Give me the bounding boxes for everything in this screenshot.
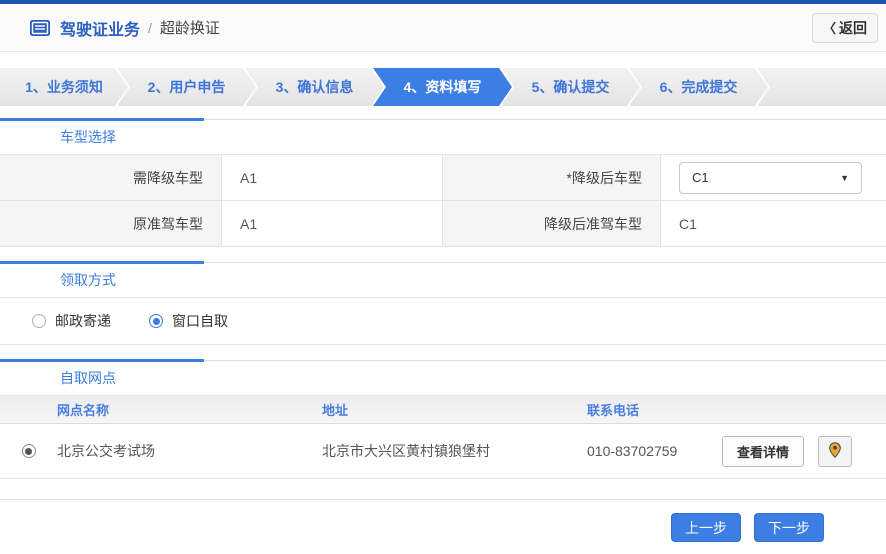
pickup-method-section: 领取方式 邮政寄递 窗口自取 (0, 262, 886, 345)
pickup-section-title: 领取方式 (0, 263, 886, 298)
need-downgrade-value: A1 (222, 155, 443, 201)
vehicle-section-title: 车型选择 (0, 120, 886, 155)
postal-delivery-label: 邮政寄递 (55, 311, 111, 331)
outlets-section-title: 自取网点 (0, 361, 886, 396)
vehicle-type-table: 需降级车型 A1 *降级后车型 C1 ▼ 原准驾车型 A1 降级后准驾车型 C1 (0, 155, 886, 247)
breadcrumb-current: 超龄换证 (160, 17, 220, 38)
need-downgrade-label: 需降级车型 (0, 155, 222, 201)
step-progress-bar: 1、业务须知 2、用户申告 3、确认信息 4、资料填写 5、确认提交 6、完成提… (0, 68, 886, 106)
map-pin-button[interactable] (818, 436, 852, 467)
column-address: 地址 (322, 400, 587, 419)
back-button-label: 返回 (839, 18, 867, 38)
step-tab-2[interactable]: 2、用户申告 (117, 68, 256, 106)
chevron-left-icon: 〈 (823, 18, 836, 37)
pickup-outlets-section: 自取网点 网点名称 地址 联系电话 北京公交考试场 北京市大兴区黄村镇狼堡村 0… (0, 360, 886, 479)
after-downgrade-select[interactable]: C1 ▼ (679, 162, 862, 194)
step-tab-5[interactable]: 5、确认提交 (501, 68, 640, 106)
previous-step-button[interactable]: 上一步 (671, 513, 741, 542)
dropdown-caret-icon: ▼ (840, 173, 849, 183)
outlet-phone-value: 010-83702759 (587, 443, 722, 459)
permitted-after-value: C1 (661, 201, 886, 247)
license-card-icon (30, 20, 50, 36)
permitted-after-label: 降级后准驾车型 (443, 201, 661, 247)
next-step-button[interactable]: 下一步 (754, 513, 824, 542)
page-title: 驾驶证业务 (60, 16, 140, 40)
vehicle-type-section: 车型选择 需降级车型 A1 *降级后车型 C1 ▼ 原准驾车型 A1 降级后准驾… (0, 119, 886, 247)
back-button[interactable]: 〈 返回 (812, 13, 878, 43)
map-pin-icon (829, 442, 841, 461)
step-tab-6[interactable]: 6、完成提交 (629, 68, 768, 106)
outlet-address-value: 北京市大兴区黄村镇狼堡村 (322, 441, 587, 461)
column-outlet-name: 网点名称 (57, 400, 322, 419)
after-downgrade-label: *降级后车型 (443, 155, 661, 201)
radio-outlet-row[interactable] (22, 444, 36, 458)
breadcrumb-separator: / (148, 20, 152, 36)
step-tab-3[interactable]: 3、确认信息 (245, 68, 384, 106)
view-details-button[interactable]: 查看详情 (722, 436, 804, 467)
pickup-options-row: 邮政寄递 窗口自取 (0, 298, 886, 345)
radio-window-pickup[interactable] (149, 314, 163, 328)
outlet-name-value: 北京公交考试场 (57, 441, 322, 461)
outlet-table-row: 北京公交考试场 北京市大兴区黄村镇狼堡村 010-83702759 查看详情 (0, 424, 886, 479)
page-header: 驾驶证业务 / 超龄换证 〈 返回 (0, 4, 886, 52)
select-value: C1 (692, 170, 709, 185)
original-permit-label: 原准驾车型 (0, 201, 222, 247)
window-pickup-label: 窗口自取 (172, 311, 228, 331)
footer-actions: 上一步 下一步 (0, 499, 886, 542)
outlets-table-header: 网点名称 地址 联系电话 (0, 396, 886, 424)
step-bar-filler (757, 68, 886, 106)
column-phone: 联系电话 (587, 400, 722, 419)
step-tab-4-active[interactable]: 4、资料填写 (373, 68, 512, 106)
original-permit-value: A1 (222, 201, 443, 247)
radio-postal-delivery[interactable] (32, 314, 46, 328)
step-tab-1[interactable]: 1、业务须知 (0, 68, 128, 106)
